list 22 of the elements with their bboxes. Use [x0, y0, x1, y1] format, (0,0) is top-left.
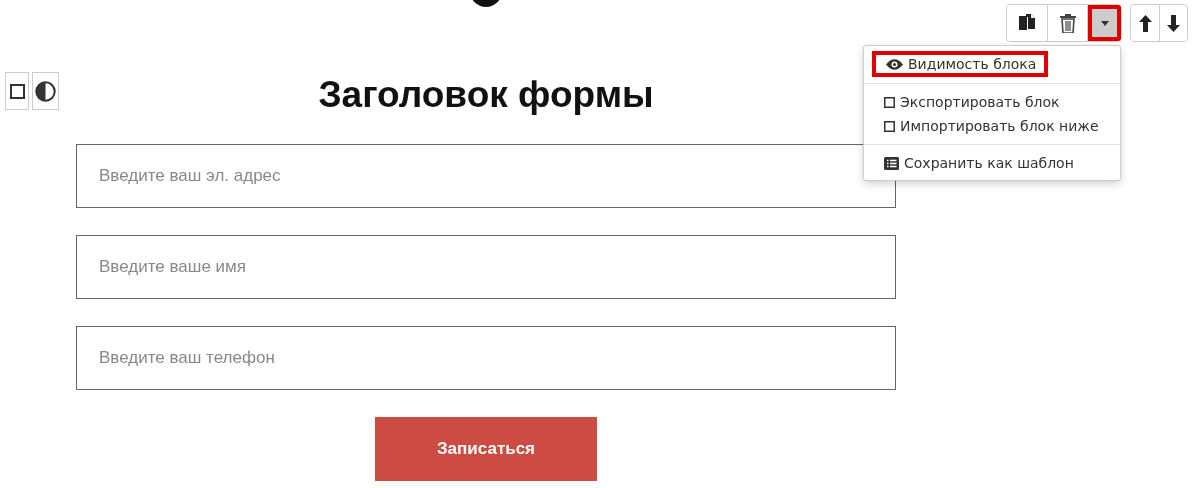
list-icon	[884, 156, 899, 170]
copy-icon	[1019, 14, 1035, 32]
menu-item[interactable]: Видимость блока	[872, 51, 1049, 77]
form-title: Заголовок формы	[318, 73, 654, 117]
eye-icon	[886, 58, 903, 70]
caret-icon	[1100, 20, 1109, 26]
square-icon	[9, 83, 25, 99]
input-field[interactable]: Введите ваш телефон	[76, 326, 896, 390]
contrast-icon	[35, 80, 56, 102]
frame-button[interactable]	[5, 72, 29, 110]
square-icon	[884, 120, 895, 132]
square-icon	[884, 96, 895, 108]
submit-button[interactable]: Записаться	[375, 417, 597, 481]
contrast-button[interactable]	[32, 72, 59, 110]
move-down-button[interactable]	[1159, 5, 1187, 41]
arrow-down-icon	[1167, 14, 1180, 32]
menu-item[interactable]: Экспортировать блок	[872, 90, 1072, 114]
menu-item[interactable]: Импортировать блок ниже	[872, 114, 1111, 138]
trash-icon	[1059, 13, 1076, 33]
input-field[interactable]: Введите ваш эл. адрес	[76, 144, 896, 208]
input-field[interactable]: Введите ваше имя	[76, 235, 896, 299]
arrow-up-icon	[1138, 14, 1152, 32]
